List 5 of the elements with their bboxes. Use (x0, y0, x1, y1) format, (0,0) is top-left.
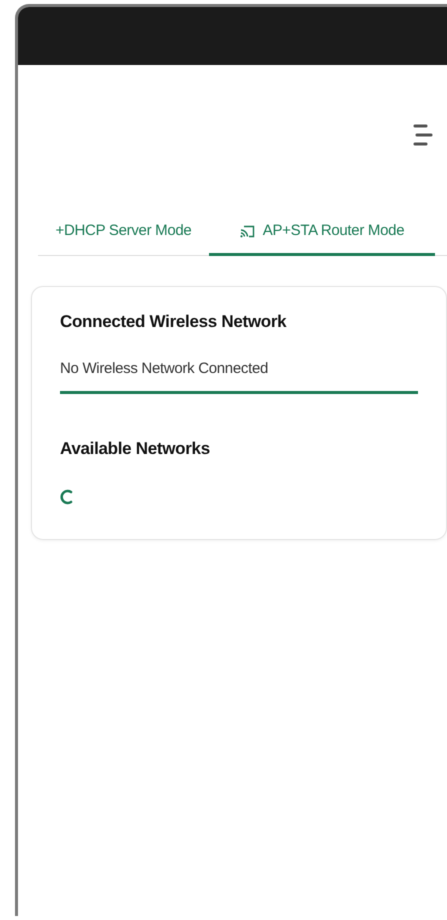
connected-network-field[interactable]: No Wireless Network Connected (60, 350, 418, 394)
section-title: Available Networks (60, 438, 211, 460)
mode-tab[interactable]: +DHCP Server Mode (38, 214, 209, 256)
section-title: Connected Wireless Network (60, 310, 288, 332)
mode-tab[interactable]: AP+STA Router Mode (209, 214, 435, 256)
